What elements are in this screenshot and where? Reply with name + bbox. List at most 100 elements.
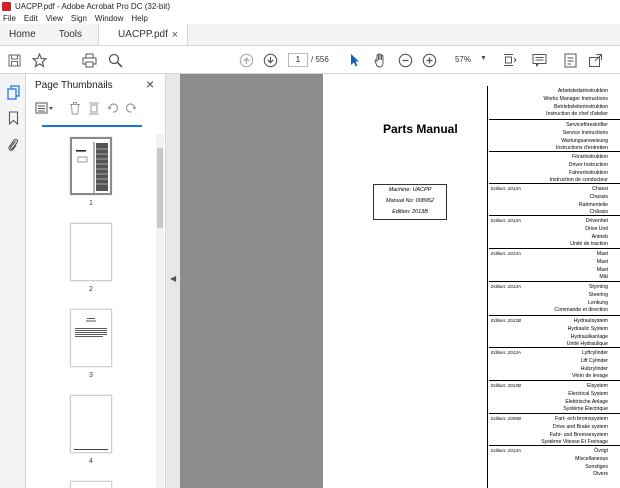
document-viewport[interactable]: Parts Manual Machine: UACPP Manual No: 0… xyxy=(180,74,620,488)
section-line: Serviceföreskrifter xyxy=(566,122,608,128)
section-line: Styrning xyxy=(588,284,608,290)
highlight-icon[interactable] xyxy=(562,52,578,68)
section-line: Lyftcylinder xyxy=(581,350,608,356)
section-line: Drivenhet xyxy=(585,218,608,224)
section-line: Mast xyxy=(596,251,608,257)
main-toolbar: 1 / 556 57% ▼ xyxy=(0,46,620,74)
section-edition: Edition: 2013B xyxy=(491,318,521,323)
save-icon[interactable] xyxy=(6,52,22,68)
search-icon[interactable] xyxy=(107,52,123,68)
window-title: UACPP.pdf - Adobe Acrobat Pro DC (32-bit… xyxy=(15,1,171,11)
menu-window[interactable]: Window xyxy=(95,14,123,23)
page-thumbnail-5[interactable] xyxy=(70,481,112,488)
section-line: Electrical System xyxy=(568,390,608,397)
section-line: Elsystem xyxy=(586,383,608,389)
section-block: Edition: 2013A Styrning Steering Lenkung Com… xyxy=(489,281,620,315)
section-line: Övrigt xyxy=(594,448,608,454)
page-total: / 556 xyxy=(311,55,329,64)
section-line: Lenkung xyxy=(588,299,608,306)
section-edition: Edition: 2013A xyxy=(491,186,521,191)
menu-view[interactable]: View xyxy=(46,14,63,23)
panel-title: Page Thumbnails xyxy=(35,80,113,91)
scrollbar-thumb[interactable] xyxy=(157,148,163,228)
thumbnail-options-icon[interactable] xyxy=(34,101,56,115)
acrobat-logo-icon xyxy=(2,1,11,11)
section-line: Sonstiges xyxy=(585,463,608,470)
attachments-paperclip-icon[interactable] xyxy=(5,136,21,152)
machine-label: Machine: UACPP xyxy=(388,187,432,193)
page-thumbnail-3[interactable] xyxy=(70,309,112,367)
rotate-counterclockwise-icon[interactable] xyxy=(106,101,120,115)
section-line: Hydraulsystem xyxy=(573,318,608,324)
section-line: Système Électrique xyxy=(563,406,608,413)
zoom-out-icon[interactable] xyxy=(397,52,413,68)
rotate-clockwise-icon[interactable] xyxy=(124,101,138,115)
thumbnail-page-number: 1 xyxy=(89,200,93,207)
zoom-in-icon[interactable] xyxy=(421,52,437,68)
zoom-level-dropdown[interactable]: 57% xyxy=(445,53,481,67)
page-thumbnail-1[interactable] xyxy=(70,137,112,195)
close-panel-icon[interactable]: × xyxy=(146,76,154,92)
insert-page-icon[interactable] xyxy=(87,101,101,115)
page-layout-icon[interactable] xyxy=(502,52,518,68)
tab-tools-label: Tools xyxy=(58,29,83,40)
select-cursor-icon[interactable] xyxy=(347,52,363,68)
chevron-down-icon[interactable]: ▼ xyxy=(480,55,487,62)
tab-document[interactable]: UACPP.pdf × xyxy=(98,24,189,45)
section-block: Edition: 2013B Hydraulsystem Hydraulic Sys… xyxy=(489,315,620,347)
delete-page-trash-icon[interactable] xyxy=(68,101,82,115)
section-line: Lift Cylinder xyxy=(580,357,608,364)
print-icon[interactable] xyxy=(81,52,97,68)
menu-bar: File Edit View Sign Window Help xyxy=(0,12,620,24)
page-number-input[interactable]: 1 xyxy=(288,53,308,67)
section-block: Edition: 2013A Mast Mast Mast Mât xyxy=(489,248,620,281)
section-line: Rahmenteile xyxy=(578,201,608,208)
section-line: Mast xyxy=(596,258,608,265)
section-line: Wartungsanweisung xyxy=(561,137,608,144)
previous-page-icon[interactable] xyxy=(238,52,254,68)
thumbnail-scrollbar[interactable] xyxy=(156,134,164,488)
next-page-icon[interactable] xyxy=(262,52,278,68)
section-line: Mât xyxy=(599,274,608,281)
section-block: Edition: 2013A Chassi Chassis Rahmenteile Ch… xyxy=(489,183,620,215)
page-thumbnail-4[interactable] xyxy=(70,395,112,453)
document-title: Parts Manual xyxy=(383,122,458,136)
section-edition: Edition: 2013A xyxy=(491,350,521,355)
section-line: Arbetsledarinstruktion xyxy=(557,88,608,94)
page-thumbnails-icon[interactable] xyxy=(5,84,21,100)
section-line: Chassi xyxy=(592,186,608,192)
menu-file[interactable]: File xyxy=(3,14,16,23)
section-line: Mast xyxy=(596,266,608,273)
section-line: Works Manager Instructions xyxy=(543,95,608,102)
share-icon[interactable] xyxy=(587,52,603,68)
section-block: Förarinstruktion Driver Instruction Fahrer… xyxy=(489,151,620,183)
section-line: Hydraulikanlage xyxy=(570,333,608,340)
tab-tools[interactable]: Tools xyxy=(45,24,98,45)
section-block: Edition: 2013A Lyftcylinder Lift Cylinder H… xyxy=(489,347,620,380)
hand-tool-icon[interactable] xyxy=(372,52,388,68)
section-block: Edition: 2013A Drivenhet Drive Unit Antrieb… xyxy=(489,215,620,248)
menu-edit[interactable]: Edit xyxy=(24,14,38,23)
menu-sign[interactable]: Sign xyxy=(71,14,87,23)
close-tab-icon[interactable]: × xyxy=(172,29,178,41)
page-thumbnail-2[interactable] xyxy=(70,223,112,281)
section-line: Divers xyxy=(593,471,608,478)
tab-home[interactable]: Home xyxy=(0,24,45,45)
panel-collapse-handle[interactable]: ◀ xyxy=(166,74,180,488)
panel-divider xyxy=(42,125,142,127)
bookmarks-icon[interactable] xyxy=(5,110,21,126)
edition-label: Edition: 2013B xyxy=(392,209,428,215)
collapse-left-icon[interactable]: ◀ xyxy=(170,274,176,283)
page-thumbnails-panel: Page Thumbnails × 1 2 3 4 xyxy=(26,74,166,488)
machine-info-box: Machine: UACPP Manual No: 008952 Edition… xyxy=(373,184,447,220)
comment-icon[interactable] xyxy=(531,52,547,68)
section-line: Hydraulic System xyxy=(567,325,608,332)
manual-number-label: Manual No: 008952 xyxy=(385,198,434,204)
section-line: Unité de traction xyxy=(570,241,608,248)
menu-help[interactable]: Help xyxy=(131,14,147,23)
thumbnail-page-number: 4 xyxy=(89,458,93,465)
bookmark-star-icon[interactable] xyxy=(31,52,47,68)
section-line: Driver Instruction xyxy=(568,161,608,168)
section-line: Miscellaneous xyxy=(575,455,608,462)
vertical-divider xyxy=(487,86,488,488)
